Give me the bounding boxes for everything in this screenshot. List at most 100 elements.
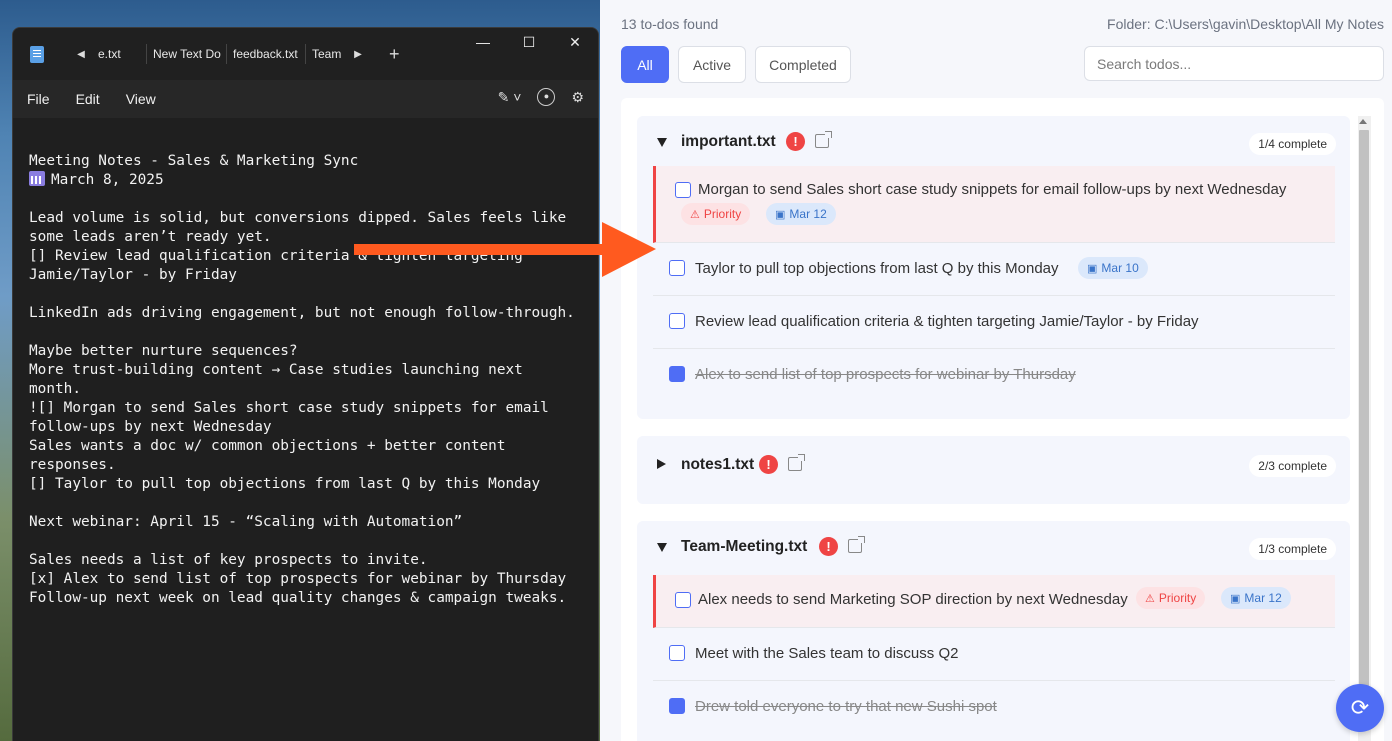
menu-edit[interactable]: Edit: [63, 91, 113, 107]
refresh-icon: ⟳: [1350, 695, 1370, 720]
text-line: Maybe better nurture sequences?: [29, 343, 298, 359]
open-external-icon[interactable]: [788, 454, 805, 471]
menu-file[interactable]: File: [14, 91, 63, 107]
text-line: Follow-up next week on lead quality chan…: [29, 590, 567, 606]
alert-icon: !: [759, 455, 778, 474]
calendar-icon: ▣: [775, 209, 786, 221]
todo-row[interactable]: Morgan to send Sales short case study sn…: [653, 166, 1335, 243]
copilot-pen-icon[interactable]: ✎ ˅: [498, 89, 522, 106]
todo-text: Meet with the Sales team to discuss Q2: [695, 645, 959, 662]
maximize-icon[interactable]: ☐: [506, 28, 552, 58]
group-progress-badge: 1/4 complete: [1249, 133, 1336, 155]
filter-completed-button[interactable]: Completed: [755, 46, 851, 83]
group-header[interactable]: notes1.txt ! 2/3 complete: [637, 436, 1350, 504]
todo-text: Alex to send list of top prospects for w…: [695, 366, 1076, 383]
notepad-titlebar: ◀ e.txt New Text Do feedback.txt Team ▶ …: [13, 28, 598, 80]
todo-row[interactable]: Alex to send list of top prospects for w…: [653, 349, 1335, 402]
calendar-icon: ▣: [1087, 263, 1098, 275]
orange-arrow-icon: [354, 222, 656, 277]
todo-count-text: 13 to-dos found: [621, 16, 719, 32]
search-input[interactable]: [1084, 46, 1384, 81]
notepad-app-icon: [30, 45, 44, 63]
warning-icon: ⚠: [1145, 593, 1155, 605]
window-controls: — ☐ ✕: [460, 28, 598, 58]
todo-app: 13 to-dos found Folder: C:\Users\gavin\D…: [600, 0, 1392, 741]
text-line: [29, 532, 582, 551]
text-line: follow-ups by next Wednesday: [29, 419, 272, 435]
refresh-button[interactable]: ⟳: [1336, 684, 1384, 732]
priority-badge: ⚠ Priority: [1136, 587, 1206, 609]
due-date-badge: ▣ Mar 10: [1078, 257, 1148, 279]
todo-checkbox-checked[interactable]: [669, 366, 685, 382]
file-group: Team-Meeting.txt ! 1/3 complete Alex nee…: [637, 521, 1350, 741]
tab-team[interactable]: Team: [305, 44, 347, 64]
group-progress-badge: 2/3 complete: [1249, 455, 1336, 477]
filter-active-button[interactable]: Active: [678, 46, 746, 83]
todo-row[interactable]: Meet with the Sales team to discuss Q2: [653, 628, 1335, 681]
todo-text: Alex needs to send Marketing SOP directi…: [698, 591, 1128, 608]
tab-new-text-doc[interactable]: New Text Do: [146, 44, 226, 64]
group-header[interactable]: important.txt ! 1/4 complete: [637, 116, 1350, 170]
filter-all-button[interactable]: All: [621, 46, 669, 83]
text-line: responses.: [29, 457, 116, 473]
text-line: March 8, 2025: [29, 171, 582, 190]
warning-icon: ⚠: [690, 209, 700, 221]
priority-badge: ⚠ Priority: [681, 203, 751, 225]
todo-checkbox[interactable]: [675, 182, 691, 198]
text-line: Meeting Notes - Sales & Marketing Sync: [29, 153, 359, 169]
account-icon[interactable]: ●: [537, 88, 556, 106]
group-progress-badge: 1/3 complete: [1249, 538, 1336, 560]
text-line: LinkedIn ads driving engagement, but not…: [29, 305, 575, 321]
group-filename: Team-Meeting.txt: [681, 538, 808, 555]
todo-checkbox[interactable]: [669, 645, 685, 661]
text-line: Sales wants a doc w/ common objections +…: [29, 438, 506, 454]
tab-e-txt[interactable]: e.txt: [92, 44, 146, 64]
todo-checkbox[interactable]: [669, 313, 685, 329]
file-group: important.txt ! 1/4 complete Morgan to s…: [637, 116, 1350, 419]
settings-gear-icon[interactable]: ⚙: [571, 89, 584, 106]
alert-icon: !: [819, 537, 838, 556]
menu-view[interactable]: View: [113, 91, 169, 107]
notepad-text-area[interactable]: Meeting Notes - Sales & Marketing Sync Ma…: [13, 118, 598, 741]
text-line: [] Taylor to pull top objections from la…: [29, 476, 541, 492]
todo-row[interactable]: Taylor to pull top objections from last …: [653, 243, 1335, 296]
text-line: [29, 285, 582, 304]
collapse-caret-icon[interactable]: [657, 543, 667, 552]
todo-text: Morgan to send Sales short case study sn…: [698, 181, 1287, 198]
open-external-icon[interactable]: [815, 131, 832, 148]
expand-caret-icon[interactable]: [657, 459, 666, 469]
calendar-icon: [29, 171, 45, 186]
tab-scroll-right-icon[interactable]: ▶: [347, 49, 369, 60]
calendar-icon: ▣: [1230, 593, 1241, 605]
text-line: ![] Morgan to send Sales short case stud…: [29, 400, 549, 416]
close-icon[interactable]: ✕: [552, 28, 598, 58]
todo-row[interactable]: Alex needs to send Marketing SOP directi…: [653, 575, 1335, 628]
todo-checkbox-checked[interactable]: [669, 698, 685, 714]
notepad-menubar: File Edit View ✎ ˅ ● ⚙: [13, 80, 598, 118]
todo-checkbox[interactable]: [669, 260, 685, 276]
folder-path: Folder: C:\Users\gavin\Desktop\All My No…: [1107, 16, 1384, 32]
scroll-up-icon[interactable]: [1359, 119, 1367, 124]
todo-checkbox[interactable]: [675, 592, 691, 608]
collapse-caret-icon[interactable]: [657, 138, 667, 147]
group-header[interactable]: Team-Meeting.txt ! 1/3 complete: [637, 521, 1350, 575]
due-date-badge: ▣ Mar 12: [1221, 587, 1291, 609]
notepad-tools: ✎ ˅ ● ⚙: [498, 88, 584, 106]
text-line: [29, 190, 582, 209]
todo-panel: important.txt ! 1/4 complete Morgan to s…: [621, 98, 1384, 741]
group-filename: important.txt: [681, 133, 776, 150]
minimize-icon[interactable]: —: [460, 28, 506, 58]
todo-text: Review lead qualification criteria & tig…: [695, 313, 1199, 330]
scrollbar-thumb[interactable]: [1359, 130, 1369, 718]
new-tab-icon[interactable]: +: [389, 44, 400, 65]
todo-text: Taylor to pull top objections from last …: [695, 260, 1059, 277]
todo-row[interactable]: Review lead qualification criteria & tig…: [653, 296, 1335, 349]
todo-row[interactable]: Drew told everyone to try that new Sushi…: [653, 681, 1335, 734]
notepad-tabs: ◀ e.txt New Text Do feedback.txt Team ▶ …: [70, 28, 400, 80]
text-line: [29, 323, 582, 342]
open-external-icon[interactable]: [848, 536, 865, 553]
tab-feedback[interactable]: feedback.txt: [226, 44, 305, 64]
text-line: Next webinar: April 15 - “Scaling with A…: [29, 514, 463, 530]
tab-scroll-left-icon[interactable]: ◀: [70, 49, 92, 60]
text-line: More trust-building content → Case studi…: [29, 362, 523, 378]
